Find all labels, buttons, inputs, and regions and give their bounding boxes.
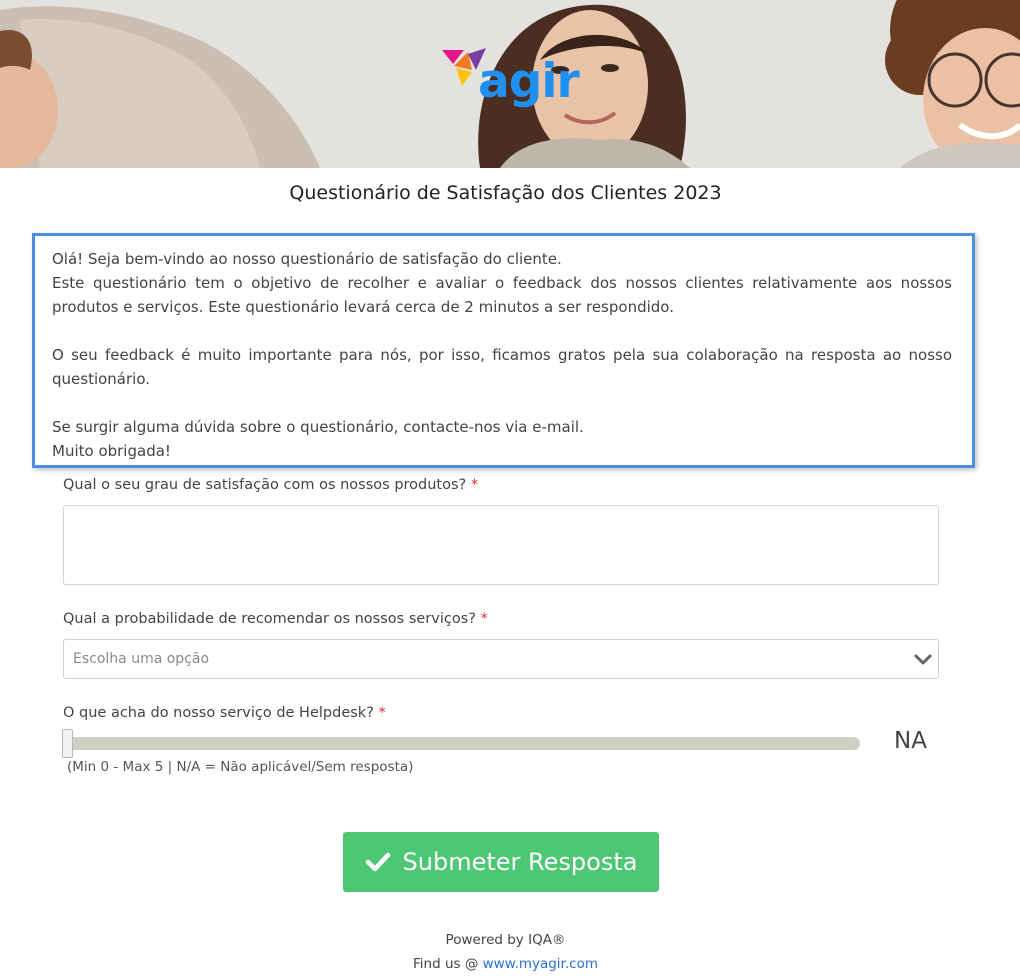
question-2-select[interactable]: Escolha uma opção — [63, 639, 939, 679]
find-us-line: Find us @ www.myagir.com — [0, 956, 1011, 972]
question-1-answer-field[interactable] — [63, 505, 939, 585]
question-3-label: O que acha do nosso serviço de Helpdesk?… — [63, 705, 386, 721]
website-link[interactable]: www.myagir.com — [483, 956, 598, 972]
question-3-text: O que acha do nosso serviço de Helpdesk? — [63, 705, 374, 721]
required-mark: * — [378, 705, 386, 721]
page-title: Questionário de Satisfação dos Clientes … — [289, 182, 722, 204]
checkmark-icon — [365, 852, 390, 872]
select-placeholder: Escolha uma opção — [73, 651, 210, 667]
logo-text: agir — [478, 54, 580, 109]
question-1-label: Qual o seu grau de satisfação com os nos… — [63, 477, 478, 493]
question-2-label: Qual a probabilidade de recomendar os no… — [63, 611, 488, 627]
slider-range-hint: (Min 0 - Max 5 | N/A = Não aplicável/Sem… — [67, 759, 414, 775]
header-banner: agir — [0, 0, 1020, 168]
intro-line-importance: O seu feedback é muito importante para n… — [52, 346, 952, 388]
intro-line-contact: Se surgir alguma dúvida sobre o question… — [52, 418, 584, 436]
powered-by-text: Powered by IQA® — [445, 932, 566, 948]
required-mark: * — [480, 611, 488, 627]
helpdesk-slider-handle[interactable] — [62, 729, 73, 758]
required-mark: * — [470, 477, 479, 493]
find-us-prefix: Find us @ — [413, 956, 479, 972]
helpdesk-slider-track[interactable] — [63, 737, 860, 750]
slider-value-readout: NA — [894, 728, 927, 754]
question-1-text: Qual o seu grau de satisfação com os nos… — [63, 477, 467, 493]
intro-line-welcome: Olá! Seja bem-vindo ao nosso questionári… — [52, 250, 562, 268]
intro-line-purpose: Este questionário tem o objetivo de reco… — [52, 274, 952, 316]
intro-line-thanks: Muito obrigada! — [52, 442, 171, 460]
chevron-down-icon — [914, 654, 932, 665]
intro-box: Olá! Seja bem-vindo ao nosso questionári… — [32, 233, 975, 468]
question-2-text: Qual a probabilidade de recomendar os no… — [63, 611, 476, 627]
submit-button-label: Submeter Resposta — [402, 848, 638, 876]
submit-button[interactable]: Submeter Resposta — [343, 832, 659, 892]
agir-logo: agir — [442, 48, 582, 120]
